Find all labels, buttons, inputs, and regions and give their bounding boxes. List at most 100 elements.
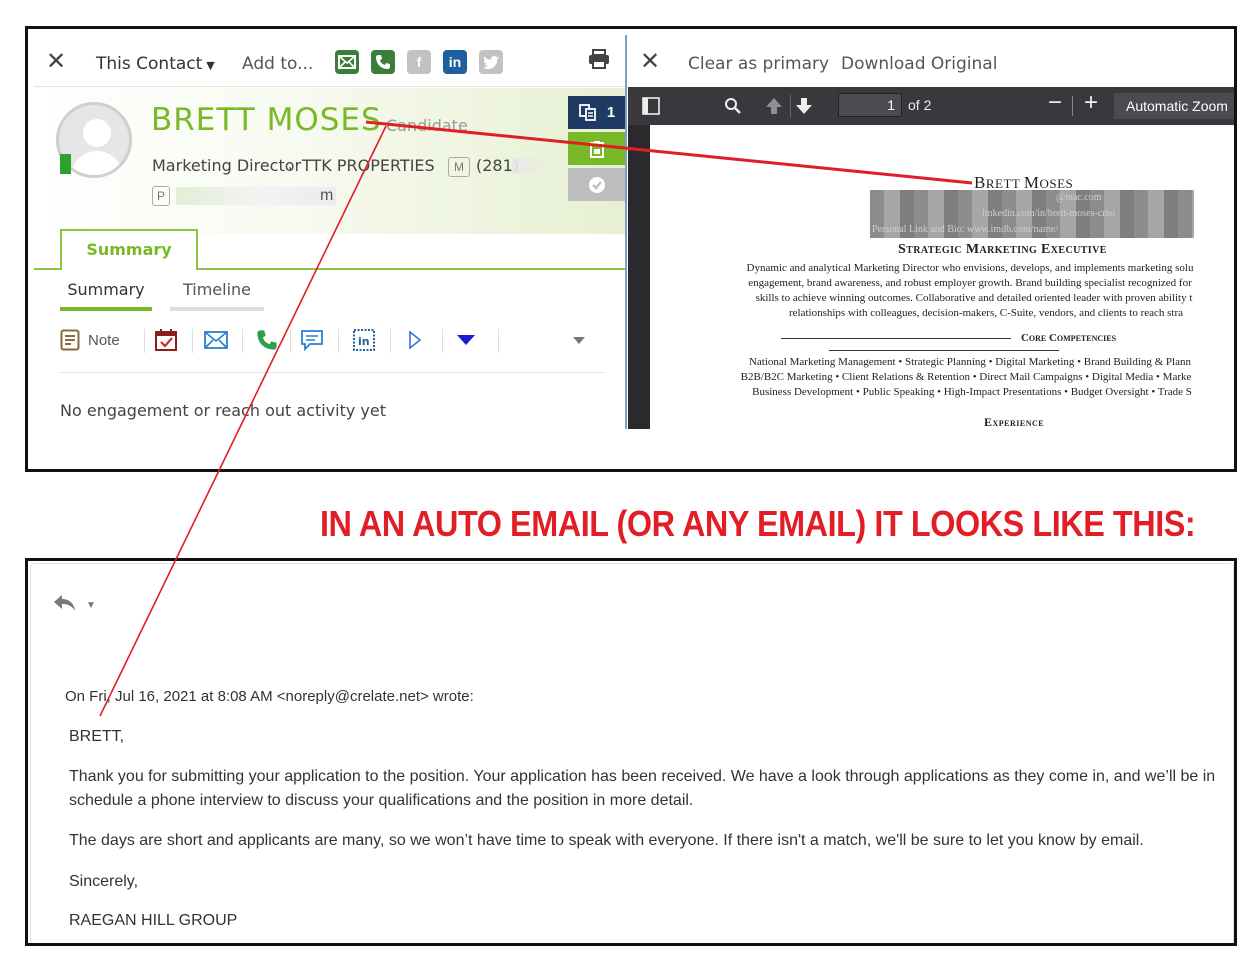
personal-email-badge: P — [152, 186, 170, 206]
expand-dropdown[interactable] — [572, 327, 586, 353]
resume-contact-line-3: Personal Link and Bio: www.imdb.com/name… — [872, 224, 1058, 235]
verified-button[interactable] — [568, 168, 626, 201]
resume-summary-line: skills to achieve winning outcomes. Coll… — [755, 292, 1193, 304]
svg-text:in: in — [358, 335, 370, 348]
page-count: of 2 — [908, 97, 932, 113]
tab-summary[interactable]: Summary — [60, 229, 198, 270]
panel-divider[interactable] — [625, 35, 627, 429]
core-competencies-heading: Core Competencies — [650, 332, 1234, 356]
reply-icon[interactable] — [53, 594, 77, 612]
contact-company[interactable]: TTK PROPERTIES — [302, 156, 435, 175]
email-action-button[interactable] — [204, 327, 228, 353]
contact-type-label: Candidate — [386, 116, 468, 135]
note-button[interactable]: Note — [60, 327, 120, 353]
annotation-headline: IN AN AUTO EMAIL (OR ANY EMAIL) IT LOOKS… — [320, 503, 1196, 544]
play-action-button[interactable] — [408, 327, 422, 353]
calendar-check-icon — [155, 329, 177, 351]
redacted-phone — [512, 158, 554, 174]
play-icon — [409, 330, 422, 350]
activity-actions-bar: Note in — [58, 327, 604, 373]
documents-count: 1 — [606, 104, 616, 121]
resume-viewer-panel: ✕ Clear as primary Download Original 1 o… — [628, 35, 1234, 429]
email-quote-header: On Fri, Jul 16, 2021 at 8:08 AM <noreply… — [65, 688, 474, 705]
resume-summary-line: relationships with colleagues, decision-… — [788, 307, 1184, 319]
twitter-icon[interactable] — [479, 50, 503, 74]
competency-line: National Marketing Management • Strategi… — [748, 356, 1191, 368]
page-number-input[interactable]: 1 — [838, 93, 902, 117]
contact-header: BRETT MOSES Candidate Marketing Director… — [34, 88, 626, 234]
phone-icon[interactable] — [371, 50, 395, 74]
email-paragraph-2: The days are short and applicants are ma… — [69, 832, 1144, 849]
clipboard-button[interactable] — [568, 132, 626, 165]
next-page-icon[interactable] — [794, 96, 814, 116]
phone-icon — [257, 330, 277, 350]
zoom-out-icon[interactable]: − — [1048, 89, 1062, 117]
pdf-toolbar: 1 of 2 − + Automatic Zoom — [628, 87, 1234, 125]
linkedin-icon: in — [353, 329, 375, 351]
viewer-toolbar: ✕ Clear as primary Download Original — [628, 35, 1234, 87]
subtab-summary[interactable]: Summary — [60, 280, 152, 311]
resume-page: BRETT MOSES @mac.com linkedin.com/in/bre… — [650, 125, 1234, 429]
clipboard-icon — [590, 140, 604, 158]
resume-heading: Strategic Marketing Executive — [898, 242, 1107, 257]
email-icon[interactable] — [335, 50, 359, 74]
zoom-in-icon[interactable]: + — [1084, 89, 1098, 117]
pdf-left-gutter — [628, 125, 650, 429]
email-screenshot-frame: ▼ On Fri, Jul 16, 2021 at 8:08 AM <norep… — [25, 558, 1237, 946]
email-paragraph-line: schedule a phone interview to discuss yo… — [69, 792, 694, 809]
search-icon[interactable] — [724, 97, 742, 115]
zoom-select[interactable]: Automatic Zoom — [1114, 93, 1234, 119]
clear-as-primary-button[interactable]: Clear as primary — [688, 54, 829, 74]
resume-summary-line: Dynamic and analytical Marketing Directo… — [746, 262, 1194, 274]
linkedin-action-button[interactable]: in — [352, 327, 376, 353]
email-closing: Sincerely, — [69, 873, 139, 890]
title-separator: , — [288, 156, 293, 173]
chevron-down-icon[interactable]: ▼ — [86, 600, 96, 611]
envelope-icon — [204, 331, 228, 349]
badge-check-icon — [589, 176, 605, 193]
competency-line: Business Development • Public Speaking •… — [752, 386, 1192, 398]
redacted-email — [176, 187, 336, 205]
experience-heading: Experience — [984, 415, 1045, 429]
resume-summary-line: engagement, brand awareness, and robust … — [748, 277, 1192, 289]
close-icon[interactable]: ✕ — [640, 47, 660, 75]
add-to-button[interactable]: Add to... — [242, 54, 313, 74]
contact-email-tail: m — [320, 187, 334, 204]
mobile-badge: M — [448, 157, 470, 177]
documents-icon — [578, 103, 596, 121]
top-screenshot-frame: ✕ This Contact ▼ Add to... f in BRETT MO… — [25, 26, 1237, 472]
subtab-timeline[interactable]: Timeline — [170, 280, 264, 311]
sidebar-toggle-icon[interactable] — [642, 97, 660, 115]
this-contact-label: This Contact — [96, 54, 203, 74]
note-label: Note — [88, 331, 120, 349]
core-competencies-text: Core Competencies — [1020, 332, 1117, 344]
facebook-icon[interactable]: f — [407, 50, 431, 74]
email-paragraph-line: Thank you for submitting your applicatio… — [69, 768, 1216, 785]
download-original-button[interactable]: Download Original — [841, 54, 997, 74]
printer-icon[interactable] — [588, 49, 610, 74]
contact-title: Marketing Director — [152, 156, 302, 175]
email-signature: RAEGAN HILL GROUP — [69, 912, 238, 929]
contact-tabs: Summary — [34, 229, 626, 270]
competency-line: B2B/B2C Marketing • Client Relations & R… — [740, 371, 1192, 383]
this-contact-dropdown[interactable]: This Contact ▼ — [96, 54, 215, 74]
previous-page-icon[interactable] — [764, 96, 784, 116]
resume-contact-line-2: linkedin.com/in/brett-moses-cmo — [982, 208, 1116, 219]
calendar-button[interactable] — [154, 327, 178, 353]
chevron-down-icon: ▼ — [206, 59, 215, 72]
contact-name: BRETT MOSES — [151, 102, 382, 138]
empty-activity-message: No engagement or reach out activity yet — [60, 401, 387, 420]
more-actions-dropdown[interactable] — [456, 327, 476, 353]
linkedin-icon[interactable]: in — [443, 50, 467, 74]
status-indicator — [60, 154, 71, 174]
message-action-button[interactable] — [300, 327, 324, 353]
resume-contact-line-1: @mac.com — [1056, 192, 1102, 203]
email-greeting: BRETT, — [69, 728, 125, 745]
documents-button[interactable]: 1 — [568, 96, 626, 129]
note-icon — [60, 329, 80, 351]
close-icon[interactable]: ✕ — [46, 47, 66, 75]
crm-toolbar: ✕ This Contact ▼ Add to... f in — [34, 35, 626, 87]
chevron-down-icon — [573, 336, 585, 344]
chat-icon — [301, 330, 323, 351]
call-action-button[interactable] — [256, 327, 278, 353]
